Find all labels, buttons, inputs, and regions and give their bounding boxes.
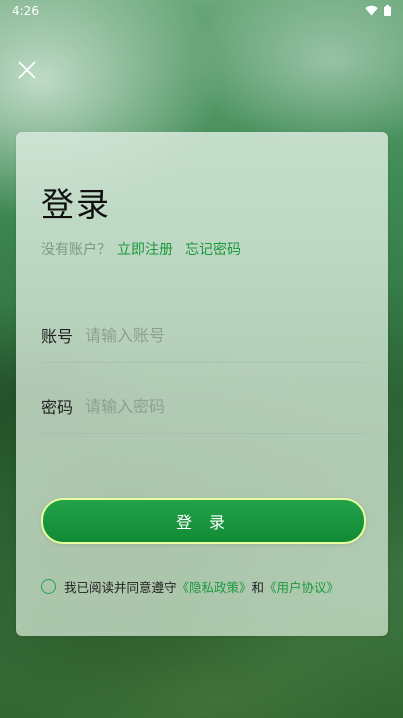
account-field-row: 账号 bbox=[41, 308, 365, 363]
agreement-row: 我已阅读并同意遵守 《隐私政策》 和 《用户协议》 bbox=[41, 577, 339, 596]
agreement-and: 和 bbox=[251, 580, 265, 595]
status-icons bbox=[365, 5, 391, 16]
wifi-icon bbox=[365, 5, 378, 16]
close-icon bbox=[16, 61, 38, 85]
agreement-checkbox[interactable] bbox=[41, 579, 56, 594]
privacy-policy-link[interactable]: 《隐私政策》 bbox=[177, 577, 252, 596]
password-input[interactable] bbox=[85, 396, 365, 416]
page-title: 登录 bbox=[41, 185, 111, 224]
account-label: 账号 bbox=[41, 327, 74, 346]
forgot-password-link[interactable]: 忘记密码 bbox=[185, 239, 241, 259]
user-agreement-link[interactable]: 《用户协议》 bbox=[264, 577, 339, 596]
register-link[interactable]: 立即注册 bbox=[117, 239, 173, 259]
login-button[interactable]: 登 录 bbox=[41, 498, 366, 544]
no-account-text: 没有账户？ bbox=[41, 242, 111, 258]
agreement-prefix: 我已阅读并同意遵守 bbox=[64, 580, 177, 595]
close-button[interactable] bbox=[16, 59, 38, 81]
account-input[interactable] bbox=[85, 325, 365, 345]
login-card: 登录 没有账户？ 立即注册 忘记密码 账号 密码 登 录 我已阅读并同意遵守 《… bbox=[16, 132, 388, 636]
status-bar: 4:26 bbox=[0, 0, 403, 24]
battery-icon bbox=[384, 5, 391, 16]
status-time: 4:26 bbox=[12, 4, 39, 18]
password-field-row: 密码 bbox=[41, 379, 365, 434]
account-links: 没有账户？ 立即注册 忘记密码 bbox=[41, 239, 241, 259]
password-label: 密码 bbox=[41, 398, 74, 417]
